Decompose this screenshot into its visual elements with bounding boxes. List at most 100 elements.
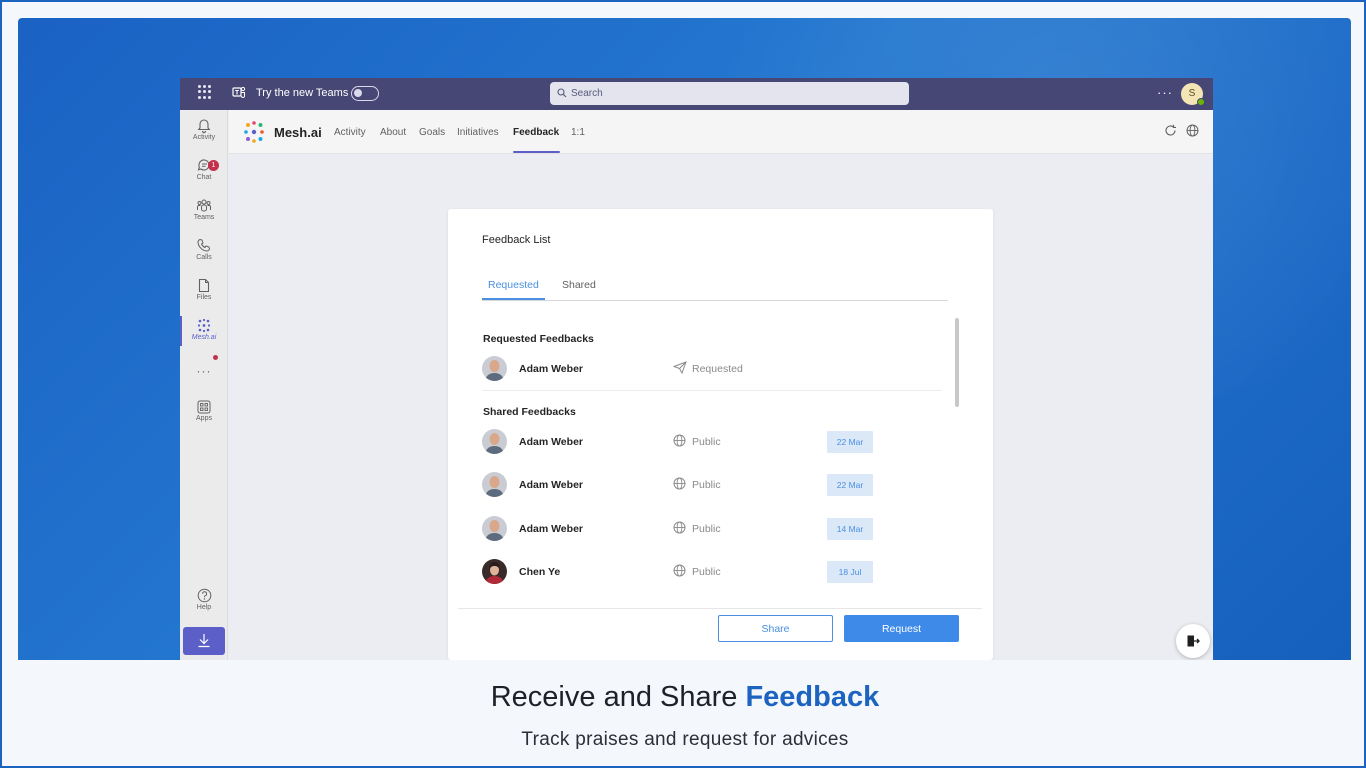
- tab-about[interactable]: About: [380, 127, 406, 138]
- presence-status-icon: [1197, 98, 1205, 106]
- mesh-logo-icon: [244, 121, 264, 143]
- search-icon: [557, 88, 567, 98]
- tab-feedback[interactable]: Feedback: [513, 127, 559, 138]
- search-input[interactable]: Search: [550, 82, 909, 105]
- tabs-divider: [482, 300, 948, 301]
- date-badge: 22 Mar: [827, 431, 873, 453]
- phone-icon: [197, 238, 211, 252]
- teams-icon: [197, 199, 211, 212]
- person-photo-icon: [482, 516, 507, 541]
- tab-initiatives[interactable]: Initiatives: [457, 127, 499, 138]
- list-item[interactable]: Adam Weber Public 14 Mar: [482, 514, 944, 544]
- person-name: Adam Weber: [519, 523, 583, 535]
- refresh-icon[interactable]: [1164, 124, 1177, 137]
- teams-window: Try the new Teams Search ··· S Activity …: [180, 78, 1213, 660]
- mesh-icon: [197, 318, 211, 333]
- notification-dot: [213, 355, 218, 360]
- person-name: Adam Weber: [519, 479, 583, 491]
- person-name: Adam Weber: [519, 436, 583, 448]
- globe-icon: [673, 521, 686, 534]
- active-tab-indicator: [513, 151, 560, 153]
- search-placeholder: Search: [571, 88, 603, 99]
- rail-label: Calls: [196, 254, 212, 261]
- person-name: Chen Ye: [519, 566, 561, 578]
- date-badge: 18 Jul: [827, 561, 873, 583]
- rail-label: Chat: [196, 174, 212, 181]
- exit-icon: [1187, 635, 1200, 647]
- caption-main: Receive and Share: [490, 681, 746, 713]
- list-item[interactable]: Chen Ye Public 18 Jul: [482, 557, 944, 587]
- download-app-button[interactable]: [183, 627, 225, 655]
- rail-label: Files: [196, 294, 212, 301]
- rail-label: Mesh.ai: [191, 334, 217, 341]
- tab-goals[interactable]: Goals: [419, 127, 445, 138]
- avatar-initial: S: [1188, 88, 1196, 99]
- download-icon: [198, 634, 210, 648]
- person-name: Adam Weber: [519, 363, 583, 375]
- active-tab-indicator: [482, 298, 545, 300]
- list-scrollbar[interactable]: [955, 318, 959, 407]
- rail-label: Teams: [193, 214, 215, 221]
- apps-icon: [197, 400, 211, 414]
- rail-item-help[interactable]: Help: [180, 588, 228, 626]
- rail-item-more[interactable]: ···: [180, 362, 228, 400]
- rail-label: Activity: [192, 134, 216, 141]
- avatar: [482, 472, 507, 497]
- status-text: Requested: [692, 363, 743, 375]
- app-launcher-icon[interactable]: [198, 85, 212, 99]
- avatar: [482, 429, 507, 454]
- caption-accent: Feedback: [745, 681, 880, 713]
- date-badge: 22 Mar: [827, 474, 873, 496]
- send-icon: [673, 361, 687, 374]
- shared-feedbacks-heading: Shared Feedbacks: [483, 406, 576, 418]
- more-icon: ···: [196, 364, 212, 378]
- profile-avatar[interactable]: S: [1181, 83, 1205, 106]
- rail-item-mesh-ai[interactable]: Mesh.ai: [180, 318, 228, 356]
- avatar: [482, 559, 507, 584]
- try-new-teams-label: Try the new Teams: [256, 87, 349, 99]
- rail-item-teams[interactable]: Teams: [180, 198, 228, 236]
- app-name: Mesh.ai: [274, 125, 322, 140]
- list-item[interactable]: Adam Weber Requested: [482, 354, 944, 384]
- rail-item-chat[interactable]: Chat 1: [180, 158, 228, 196]
- tab-one-on-one[interactable]: 1:1: [571, 127, 585, 138]
- app-header: Mesh.ai Activity About Goals Initiatives…: [229, 110, 1213, 154]
- visibility-text: Public: [692, 479, 721, 491]
- share-button[interactable]: Share: [718, 615, 833, 642]
- rail-item-calls[interactable]: Calls: [180, 238, 228, 276]
- teams-logo-icon: [232, 86, 246, 98]
- feedback-list-card: Feedback List Requested Shared Requested…: [448, 209, 993, 660]
- request-button[interactable]: Request: [844, 615, 959, 642]
- more-options-icon[interactable]: ···: [1157, 85, 1173, 100]
- teams-top-bar: Try the new Teams Search ··· S: [180, 78, 1213, 110]
- globe-icon: [673, 434, 686, 447]
- exit-button[interactable]: [1176, 624, 1210, 658]
- person-photo-icon: [482, 559, 507, 584]
- caption-subheading: Track praises and request for advices: [521, 729, 849, 750]
- list-item[interactable]: Adam Weber Public 22 Mar: [482, 470, 944, 500]
- new-teams-toggle[interactable]: [351, 86, 379, 101]
- card-title: Feedback List: [482, 234, 551, 246]
- list-item[interactable]: Adam Weber Public 22 Mar: [482, 427, 944, 457]
- globe-icon: [673, 477, 686, 490]
- rail-label: Help: [196, 604, 212, 611]
- chat-unread-badge: 1: [208, 160, 219, 171]
- person-photo-icon: [482, 429, 507, 454]
- rail-item-activity[interactable]: Activity: [180, 118, 228, 156]
- caption-heading: Receive and Share Feedback: [2, 681, 1366, 714]
- tab-shared[interactable]: Shared: [562, 279, 596, 291]
- person-photo-icon: [482, 356, 507, 381]
- rail-item-apps[interactable]: Apps: [180, 400, 228, 438]
- globe-icon[interactable]: [1186, 124, 1199, 137]
- tab-requested[interactable]: Requested: [488, 279, 539, 291]
- rail-item-files[interactable]: Files: [180, 278, 228, 316]
- avatar: [482, 356, 507, 381]
- avatar: [482, 516, 507, 541]
- visibility-text: Public: [692, 566, 721, 578]
- visibility-text: Public: [692, 523, 721, 535]
- file-icon: [198, 278, 210, 293]
- left-rail: Activity Chat 1 Teams Calls Files Mesh.a…: [180, 110, 228, 660]
- bell-icon: [197, 119, 211, 133]
- person-photo-icon: [482, 472, 507, 497]
- tab-activity[interactable]: Activity: [334, 127, 366, 138]
